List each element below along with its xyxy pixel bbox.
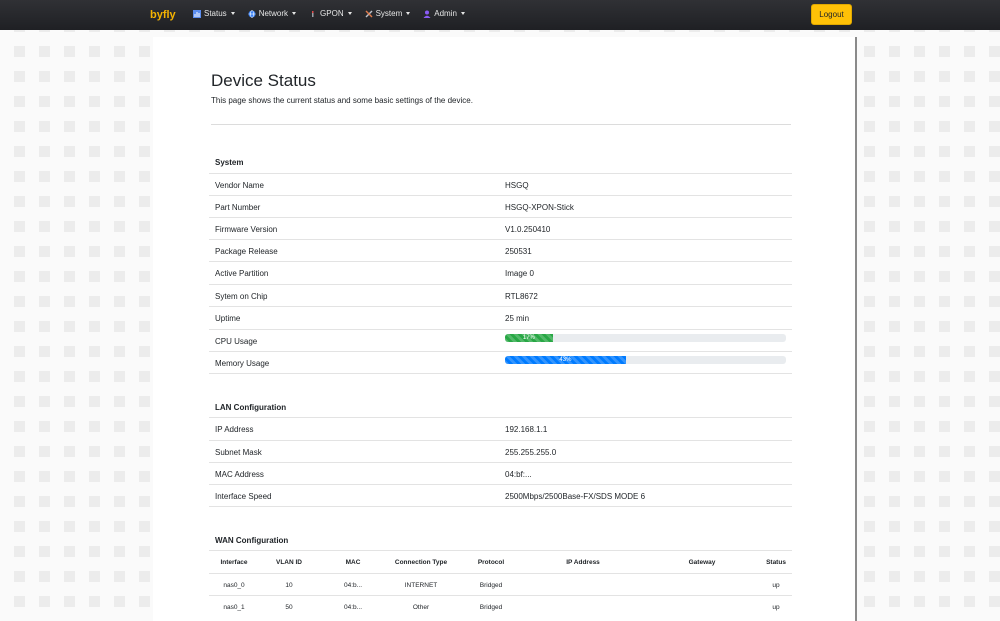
row-value: 250531	[505, 247, 532, 256]
user-icon	[423, 10, 431, 18]
table-cell: INTERNET	[404, 582, 438, 589]
lan-row: Interface Speed 2500Mbps/2500Base-FX/SDS…	[209, 484, 792, 506]
column-header: MAC	[345, 559, 361, 566]
cpu-progress-fill: 17%	[505, 334, 553, 342]
content-panel: Device Status This page shows the curren…	[153, 37, 857, 621]
table-cell: up	[772, 582, 780, 589]
divider	[209, 506, 792, 507]
system-section-title: System	[215, 158, 244, 167]
row-value: 192.168.1.1	[505, 425, 548, 434]
menu-system-label: System	[375, 9, 403, 18]
table-cell: up	[772, 604, 780, 611]
chevron-down-icon	[406, 12, 411, 15]
row-label: Uptime	[215, 314, 241, 323]
system-row: Sytem on Chip RTL8672	[209, 284, 792, 306]
row-value: 255.255.255.0	[505, 448, 557, 457]
memory-usage-label: Memory Usage	[215, 359, 270, 368]
column-header: Gateway	[688, 559, 716, 566]
column-header: Connection Type	[394, 559, 448, 566]
row-value: RTL8672	[505, 292, 538, 301]
chevron-down-icon	[230, 12, 235, 15]
row-label: Part Number	[215, 203, 261, 212]
row-label: Active Partition	[215, 269, 269, 278]
logout-button[interactable]: Logout	[811, 4, 852, 25]
lan-section-title: LAN Configuration	[215, 403, 287, 412]
chevron-down-icon	[292, 12, 297, 15]
table-cell: nas0_0	[223, 582, 245, 589]
row-label: MAC Address	[215, 470, 264, 479]
lan-row: IP Address 192.168.1.1	[209, 417, 792, 439]
column-header: Status	[766, 559, 786, 566]
system-row: Firmware Version V1.0.250410	[209, 217, 792, 239]
brand-logo[interactable]: byfly	[150, 9, 176, 21]
menu-network[interactable]: Network	[248, 9, 297, 18]
cpu-progress-bar: 17%	[505, 334, 786, 342]
row-value: 04:bf:...	[505, 470, 532, 479]
row-label: Package Release	[215, 247, 278, 256]
memory-row: Memory Usage 43%	[209, 351, 792, 373]
column-header: IP Address	[566, 559, 600, 566]
row-label: Sytem on Chip	[215, 292, 268, 301]
cpu-row: CPU Usage 17%	[209, 329, 792, 351]
memory-progress-bar: 43%	[505, 356, 786, 364]
row-label: Subnet Mask	[215, 448, 262, 457]
row-value: 2500Mbps/2500Base-FX/SDS MODE 6	[505, 492, 646, 501]
page-title: Device Status	[211, 71, 316, 90]
table-cell: Bridged	[479, 582, 503, 589]
system-row: Part Number HSGQ-XPON-Stick	[209, 195, 792, 217]
page-subtitle: This page shows the current status and s…	[211, 96, 473, 105]
row-value: Image 0	[505, 269, 534, 278]
column-header: Interface	[220, 559, 248, 566]
menu-system[interactable]: System	[365, 9, 411, 18]
table-cell: Bridged	[479, 604, 503, 611]
table-row: nas0_1 50 04:b... Other Bridged up	[209, 595, 792, 617]
column-header: Protocol	[477, 559, 505, 566]
row-value: 25 min	[505, 314, 530, 323]
row-value: V1.0.250410	[505, 225, 551, 234]
system-row: Active Partition Image 0	[209, 261, 792, 283]
row-value: HSGQ	[505, 181, 529, 190]
lan-row: Subnet Mask 255.255.255.0	[209, 440, 792, 462]
column-header: VLAN ID	[276, 559, 302, 566]
cpu-usage-label: CPU Usage	[215, 337, 258, 346]
menu-gpon[interactable]: GPON	[309, 9, 352, 18]
row-value: HSGQ-XPON-Stick	[505, 203, 574, 212]
table-cell: Other	[412, 604, 430, 611]
chevron-down-icon	[460, 12, 465, 15]
row-label: Vendor Name	[215, 181, 264, 190]
system-row: Vendor Name HSGQ	[209, 173, 792, 195]
table-cell: 04:b...	[343, 582, 363, 589]
row-label: Interface Speed	[215, 492, 272, 501]
menu-admin-label: Admin	[434, 9, 457, 18]
lan-row: MAC Address 04:bf:...	[209, 462, 792, 484]
wan-table-header: Interface VLAN ID MAC Connection Type Pr…	[209, 550, 792, 572]
table-cell: 10	[285, 582, 293, 589]
row-label: Firmware Version	[215, 225, 278, 234]
globe-icon	[248, 9, 256, 18]
signal-icon	[312, 10, 314, 17]
menu-status-label: Status	[204, 9, 227, 18]
table-cell: 04:b...	[343, 604, 363, 611]
chart-icon	[193, 9, 201, 18]
divider	[211, 124, 791, 125]
memory-progress-fill: 43%	[505, 356, 626, 364]
top-navbar: byfly Status Network GPON System Admin L…	[0, 0, 1000, 30]
menu-admin[interactable]: Admin	[423, 9, 465, 18]
divider	[209, 373, 792, 374]
table-row: nas0_0 10 04:b... INTERNET Bridged up	[209, 573, 792, 595]
row-label: IP Address	[215, 425, 254, 434]
system-row: Package Release 250531	[209, 239, 792, 261]
menu-status[interactable]: Status	[193, 9, 235, 18]
system-row: Uptime 25 min	[209, 306, 792, 328]
menu-network-label: Network	[258, 9, 289, 18]
table-cell: 50	[285, 604, 293, 611]
chevron-down-icon	[347, 12, 352, 15]
tools-icon	[365, 10, 373, 17]
main-menu: Status Network GPON System Admin	[193, 9, 465, 18]
table-cell: nas0_1	[223, 604, 245, 611]
wan-section-title: WAN Configuration	[215, 536, 289, 545]
menu-gpon-label: GPON	[320, 9, 344, 18]
